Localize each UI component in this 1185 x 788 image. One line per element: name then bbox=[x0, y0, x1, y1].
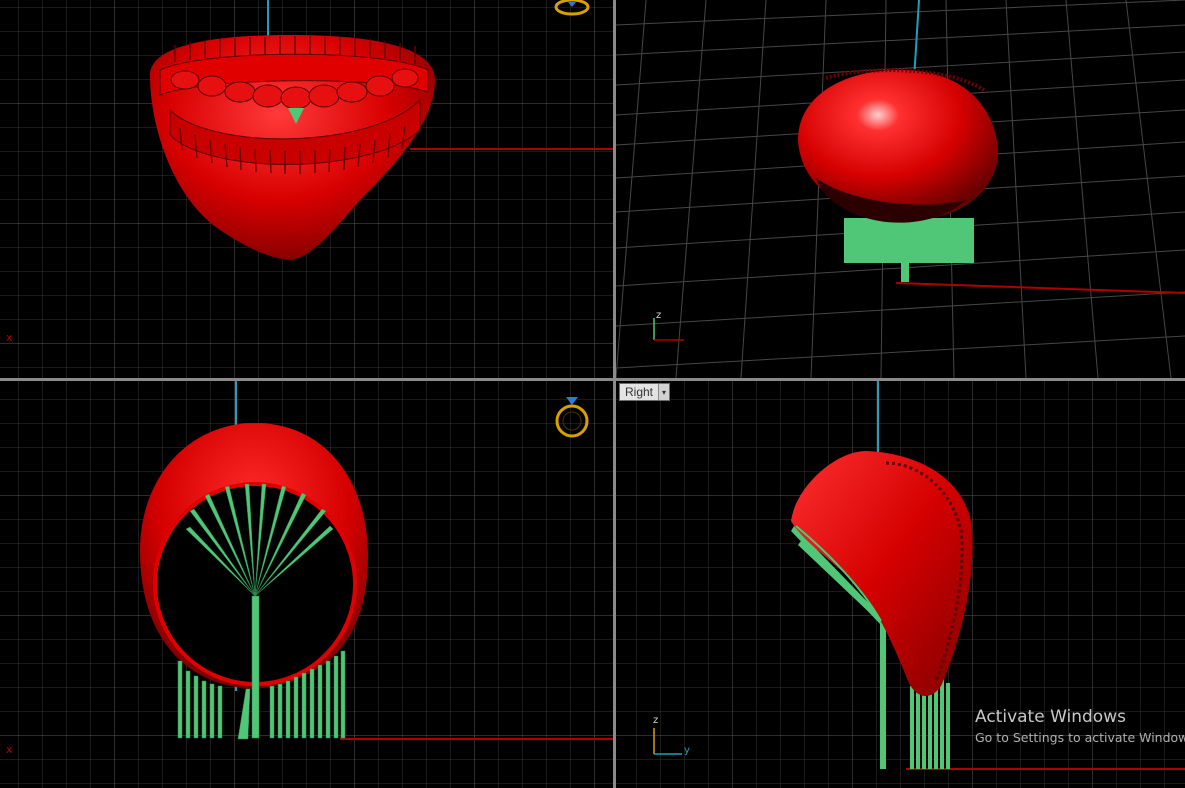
watermark-title: Activate Windows bbox=[975, 707, 1126, 727]
viewport-front[interactable]: x bbox=[0, 381, 613, 788]
z-axis-label: z bbox=[653, 715, 659, 726]
viewport-splitter-vertical[interactable] bbox=[613, 0, 616, 788]
x-axis-line bbox=[895, 282, 1185, 294]
z-axis-label: z bbox=[656, 310, 662, 321]
viewport-splitter-horizontal[interactable] bbox=[0, 378, 1185, 381]
activate-windows-watermark: Activate Windows Go to Settings to activ… bbox=[975, 707, 1185, 745]
watermark-subtitle: Go to Settings to activate Windows. bbox=[975, 730, 1185, 745]
viewport-top[interactable]: x bbox=[0, 0, 613, 378]
y-axis-label: y bbox=[684, 745, 690, 756]
viewport-title-right[interactable]: Right ▾ bbox=[619, 383, 671, 401]
x-axis-label: x bbox=[6, 743, 13, 756]
viewport-title-label[interactable]: Right bbox=[620, 384, 658, 400]
top-viewport-canvas[interactable] bbox=[0, 0, 613, 378]
chevron-down-icon[interactable]: ▾ bbox=[658, 384, 670, 400]
ring-model-perspective[interactable] bbox=[798, 68, 999, 223]
viewport-perspective[interactable]: z bbox=[616, 0, 1185, 378]
perspective-viewport-canvas[interactable] bbox=[616, 0, 1185, 378]
front-viewport-canvas[interactable] bbox=[0, 381, 613, 788]
x-axis-label: x bbox=[6, 331, 13, 344]
